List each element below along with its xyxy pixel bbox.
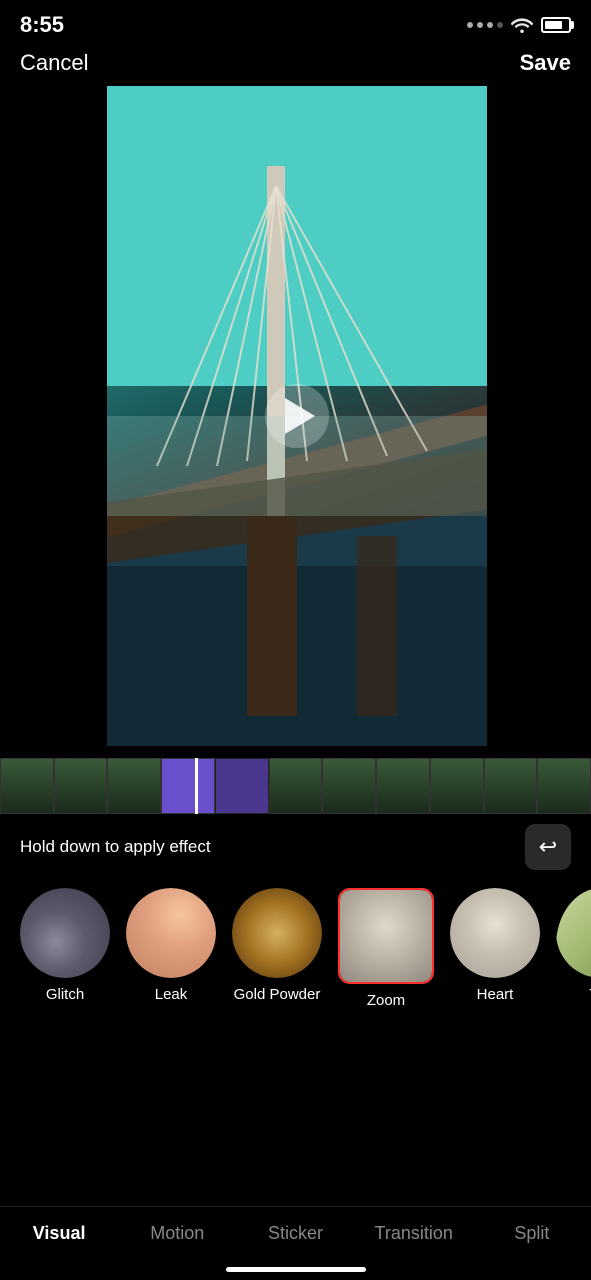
effect-thumbnail bbox=[20, 888, 110, 978]
home-indicator bbox=[226, 1267, 366, 1272]
effect-thumb-leak bbox=[126, 888, 216, 978]
undo-button[interactable]: ↩ bbox=[525, 824, 571, 870]
status-icons bbox=[467, 17, 571, 33]
effects-carousel: Glitch Leak Gold Powder Zoom Heart 70s bbox=[0, 880, 591, 1021]
bottom-tabs: Visual Motion Sticker Transition Split bbox=[0, 1206, 591, 1250]
effect-thumbnail bbox=[340, 890, 432, 982]
timeline-segment bbox=[537, 758, 591, 814]
tab-split[interactable]: Split bbox=[473, 1217, 591, 1250]
status-bar: 8:55 bbox=[0, 0, 591, 50]
timeline-segment bbox=[322, 758, 376, 814]
tab-visual-label: Visual bbox=[33, 1223, 86, 1243]
effect-thumb-gold-powder bbox=[232, 888, 322, 978]
undo-icon: ↩ bbox=[539, 834, 557, 860]
tab-transition-label: Transition bbox=[375, 1223, 453, 1243]
effect-item-gold-powder[interactable]: Gold Powder bbox=[232, 888, 322, 1003]
timeline-segment bbox=[430, 758, 484, 814]
wifi-icon bbox=[511, 17, 533, 33]
tab-transition[interactable]: Transition bbox=[355, 1217, 473, 1250]
save-button[interactable]: Save bbox=[520, 50, 571, 76]
effect-item-glitch[interactable]: Glitch bbox=[20, 888, 110, 1003]
effect-thumbnail bbox=[232, 888, 322, 978]
top-controls: Cancel Save bbox=[0, 50, 591, 86]
tab-sticker-label: Sticker bbox=[268, 1223, 323, 1243]
effect-thumb-glitch bbox=[20, 888, 110, 978]
effect-item-70s[interactable]: 70s bbox=[556, 888, 591, 1003]
timeline-track bbox=[0, 758, 591, 814]
tab-visual[interactable]: Visual bbox=[0, 1217, 118, 1250]
effect-label-zoom: Zoom bbox=[367, 992, 405, 1009]
play-button[interactable] bbox=[265, 384, 329, 448]
effect-thumb-zoom bbox=[338, 888, 434, 984]
tab-sticker[interactable]: Sticker bbox=[236, 1217, 354, 1250]
effect-thumb-heart bbox=[450, 888, 540, 978]
effect-hint-bar: Hold down to apply effect ↩ bbox=[0, 814, 591, 880]
timeline-segment bbox=[107, 758, 161, 814]
tab-split-label: Split bbox=[514, 1223, 549, 1243]
effect-thumb-70s bbox=[556, 888, 591, 978]
effect-label-gold-powder: Gold Powder bbox=[234, 986, 321, 1003]
effect-label-leak: Leak bbox=[155, 986, 188, 1003]
timeline-segment bbox=[269, 758, 323, 814]
effect-item-leak[interactable]: Leak bbox=[126, 888, 216, 1003]
cancel-button[interactable]: Cancel bbox=[20, 50, 88, 76]
play-triangle-icon bbox=[285, 398, 315, 434]
effect-item-zoom[interactable]: Zoom bbox=[338, 888, 434, 1009]
effect-hint-text: Hold down to apply effect bbox=[20, 837, 211, 857]
timeline-segment bbox=[484, 758, 538, 814]
timeline-segment bbox=[376, 758, 430, 814]
video-player[interactable] bbox=[107, 86, 487, 746]
effect-item-heart[interactable]: Heart bbox=[450, 888, 540, 1003]
effect-thumbnail bbox=[450, 888, 540, 978]
battery-icon bbox=[541, 17, 571, 33]
clock: 8:55 bbox=[20, 12, 64, 38]
timeline[interactable] bbox=[0, 758, 591, 814]
effect-label-glitch: Glitch bbox=[46, 986, 84, 1003]
timeline-playhead bbox=[195, 758, 198, 814]
timeline-segment bbox=[54, 758, 108, 814]
timeline-segment-highlighted bbox=[215, 758, 269, 814]
effect-thumbnail bbox=[556, 888, 591, 978]
signal-dots bbox=[467, 22, 503, 28]
effect-thumbnail bbox=[126, 888, 216, 978]
tab-motion-label: Motion bbox=[150, 1223, 204, 1243]
effect-label-heart: Heart bbox=[477, 986, 514, 1003]
tab-motion[interactable]: Motion bbox=[118, 1217, 236, 1250]
timeline-segment bbox=[0, 758, 54, 814]
timeline-segment-highlighted bbox=[161, 758, 215, 814]
